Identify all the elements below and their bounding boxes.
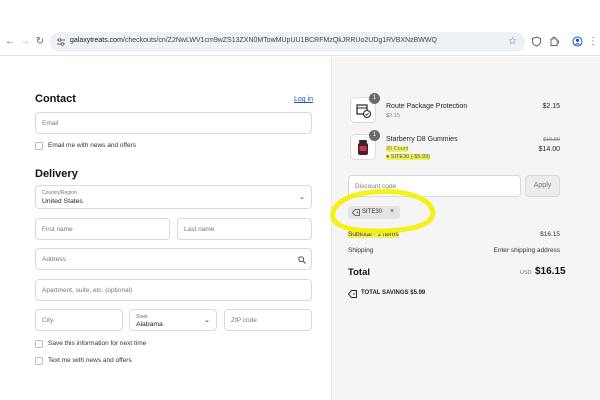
delivery-title: Delivery xyxy=(35,168,78,180)
menu-icon[interactable]: ⋮ xyxy=(588,36,598,48)
savings-tag-icon xyxy=(348,290,357,298)
login-link[interactable]: Log in xyxy=(294,96,313,103)
state-value: Alabama xyxy=(136,321,163,328)
tag-icon xyxy=(352,209,360,216)
save-info-label: Save this information for next time xyxy=(48,340,147,347)
savings-label: TOTAL SAVINGS xyxy=(361,290,409,296)
zip-field[interactable]: ZIP code xyxy=(224,309,312,331)
address-placeholder: Address xyxy=(42,256,66,263)
state-label: State xyxy=(136,314,148,320)
shipping-label: Shipping xyxy=(348,247,374,254)
site-info-icon[interactable] xyxy=(57,38,65,46)
city-field[interactable]: City xyxy=(35,309,123,331)
apartment-placeholder: Apartment, suite, etc. (optional) xyxy=(42,287,133,294)
item-subtitle: $2.15 xyxy=(386,113,400,119)
email-field[interactable]: Email xyxy=(35,112,312,134)
page: ← → ↻ galaxytreats.com/checkouts/cn/Z2Nw… xyxy=(0,0,600,400)
item-discount-text: SITE30 (-$5.99) xyxy=(390,154,430,160)
email-news-checkbox[interactable] xyxy=(35,142,43,150)
product-thumbnail: 1 xyxy=(350,130,380,160)
subtotal-label: Subtotal · 2 items xyxy=(348,231,399,238)
zip-placeholder: ZIP code xyxy=(231,317,257,324)
item-original-price: $19.99 xyxy=(543,137,560,143)
url-host: galaxytreats.com xyxy=(70,37,123,44)
item-discount: ● SITE30 (-$5.99) xyxy=(386,154,430,160)
email-placeholder: Email xyxy=(42,120,59,127)
applied-discount-chip: SITE30 × xyxy=(348,206,400,219)
discount-placeholder: Discount code xyxy=(355,183,397,190)
extensions-icon[interactable] xyxy=(549,36,560,47)
browser-toolbar: ← → ↻ galaxytreats.com/checkouts/cn/Z2Nw… xyxy=(0,29,600,56)
checkout-form: Contact Log in Email Email me with news … xyxy=(0,57,331,400)
address-field[interactable]: Address xyxy=(35,248,312,270)
country-label: Country/Region xyxy=(42,190,77,196)
text-news-checkbox[interactable] xyxy=(35,357,43,365)
profile-icon[interactable] xyxy=(572,36,583,47)
address-bar[interactable]: galaxytreats.com/checkouts/cn/Z2NwLWV1cm… xyxy=(50,32,525,52)
product-thumbnail: 1 xyxy=(350,93,380,123)
url-text: galaxytreats.com/checkouts/cn/Z2NwLWV1cm… xyxy=(70,37,437,44)
item-title: Starberry D8 Gummies xyxy=(386,136,458,143)
country-select[interactable]: Country/Region United States ⌄ xyxy=(35,185,312,209)
quantity-badge: 1 xyxy=(369,130,380,141)
item-price: $14.00 xyxy=(538,146,560,153)
save-info-checkbox[interactable] xyxy=(35,340,43,348)
first-name-field[interactable]: First name xyxy=(35,218,170,240)
savings-value: $5.99 xyxy=(410,290,426,296)
chevron-down-icon: ⌄ xyxy=(299,194,305,201)
quantity-badge: 1 xyxy=(369,93,380,104)
item-title: Route Package Protection xyxy=(386,103,468,110)
close-icon[interactable]: × xyxy=(390,208,394,215)
applied-code: SITE30 xyxy=(362,209,383,215)
email-news-label: Email me with news and offers xyxy=(48,142,137,149)
shield-extension-icon[interactable] xyxy=(531,36,542,47)
city-placeholder: City xyxy=(42,317,54,324)
star-icon[interactable]: ☆ xyxy=(508,36,517,47)
state-select[interactable]: State Alabama ⌄ xyxy=(129,309,217,331)
last-name-placeholder: Last name xyxy=(184,226,215,233)
currency-code: USD xyxy=(520,270,532,276)
apply-button[interactable]: Apply xyxy=(525,175,560,197)
first-name-placeholder: First name xyxy=(42,226,73,233)
shipping-value: Enter shipping address xyxy=(493,247,561,254)
total-label: Total xyxy=(348,267,370,278)
text-news-label: Text me with news and offers xyxy=(48,357,132,364)
chevron-down-icon: ⌄ xyxy=(204,317,210,324)
total-savings: TOTAL SAVINGS $5.99 xyxy=(361,290,425,296)
back-icon[interactable]: ← xyxy=(4,36,16,48)
subtotal-value: $16.15 xyxy=(540,231,560,238)
discount-code-field[interactable]: Discount code xyxy=(348,175,521,197)
forward-icon[interactable]: → xyxy=(19,36,31,48)
reload-icon[interactable]: ↻ xyxy=(34,36,46,48)
country-value: United States xyxy=(42,198,83,205)
url-path: /checkouts/cn/Z2NwLWV1cm9wZS13ZXN0MTowMU… xyxy=(122,37,437,44)
item-price: $2.15 xyxy=(542,103,560,110)
item-subtitle: 20 Count xyxy=(386,146,409,152)
contact-title: Contact xyxy=(35,93,76,105)
apartment-field[interactable]: Apartment, suite, etc. (optional) xyxy=(35,279,312,301)
search-icon[interactable] xyxy=(298,256,306,264)
last-name-field[interactable]: Last name xyxy=(177,218,312,240)
total-value: $16.15 xyxy=(535,266,566,277)
